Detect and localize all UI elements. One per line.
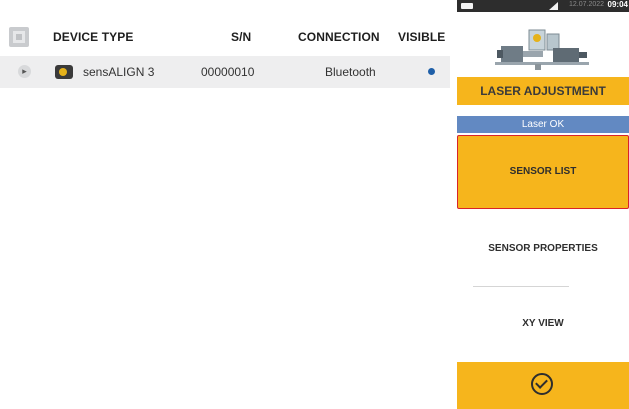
divider xyxy=(473,286,569,287)
sensor-table-area: DEVICE TYPE S/N CONNECTION VISIBLE ▸ sen… xyxy=(0,0,450,409)
status-time: 09:04 xyxy=(607,0,628,9)
check-circle-icon xyxy=(531,373,553,395)
header-device-type: DEVICE TYPE xyxy=(53,30,134,44)
laser-status-badge: Laser OK xyxy=(457,116,629,133)
table-header: DEVICE TYPE S/N CONNECTION VISIBLE xyxy=(0,18,450,56)
row-select-icon[interactable]: ▸ xyxy=(18,65,31,78)
header-sn: S/N xyxy=(231,30,252,44)
header-visible: VISIBLE xyxy=(398,30,446,44)
right-panel: 12.07.2022 09:04 LASER ADJUSTMENT Laser … xyxy=(457,0,629,409)
visible-indicator-icon[interactable] xyxy=(428,68,435,75)
laser-adjustment-button[interactable]: LASER ADJUSTMENT xyxy=(457,77,629,105)
status-bar: 12.07.2022 09:04 xyxy=(457,0,629,12)
header-connection: CONNECTION xyxy=(298,30,380,44)
signal-icon xyxy=(549,2,558,10)
cell-connection: Bluetooth xyxy=(325,65,376,79)
confirm-button[interactable] xyxy=(457,362,629,409)
machine-diagram xyxy=(457,12,629,77)
xy-view-button[interactable]: XY VIEW xyxy=(457,288,629,360)
table-row[interactable]: ▸ sensALIGN 3 00000010 Bluetooth xyxy=(0,56,450,88)
status-date: 12.07.2022 xyxy=(569,1,605,8)
sensor-properties-button[interactable]: SENSOR PROPERTIES xyxy=(457,213,629,285)
cell-device-type: sensALIGN 3 xyxy=(83,65,155,79)
machine-train-icon xyxy=(495,29,589,70)
battery-icon xyxy=(461,3,473,9)
cell-sn: 00000010 xyxy=(201,65,255,79)
sensor-icon xyxy=(55,65,73,79)
sensor-list-button[interactable]: SENSOR LIST xyxy=(457,135,629,209)
select-all-icon[interactable] xyxy=(9,27,29,47)
